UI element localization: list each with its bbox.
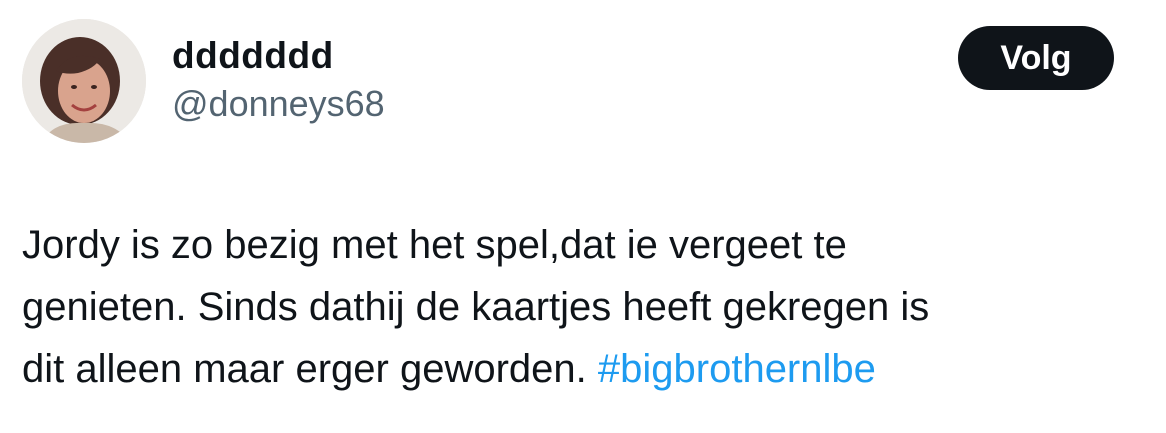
tweet-card: ddddddd @donneys68 Volg Jordy is zo bezi… [0,0,1166,433]
avatar-photo [22,19,146,143]
tweet-text-line: Jordy is zo bezig met het spel,dat ie ve… [22,223,847,267]
display-name[interactable]: ddddddd [172,34,334,78]
user-handle[interactable]: @donneys68 [172,82,385,126]
tweet-text-segment: dit alleen maar erger geworden. [22,347,598,391]
tweet-text-line: genieten. Sinds dathij de kaartjes heeft… [22,285,930,329]
tweet-text: Jordy is zo bezig met het spel,dat ie ve… [22,214,1142,400]
follow-button[interactable]: Volg [958,26,1114,90]
hashtag-link[interactable]: #bigbrothernlbe [598,347,876,391]
tweet-text-line: dit alleen maar erger geworden. #bigbrot… [22,338,1142,400]
avatar[interactable] [22,19,146,143]
